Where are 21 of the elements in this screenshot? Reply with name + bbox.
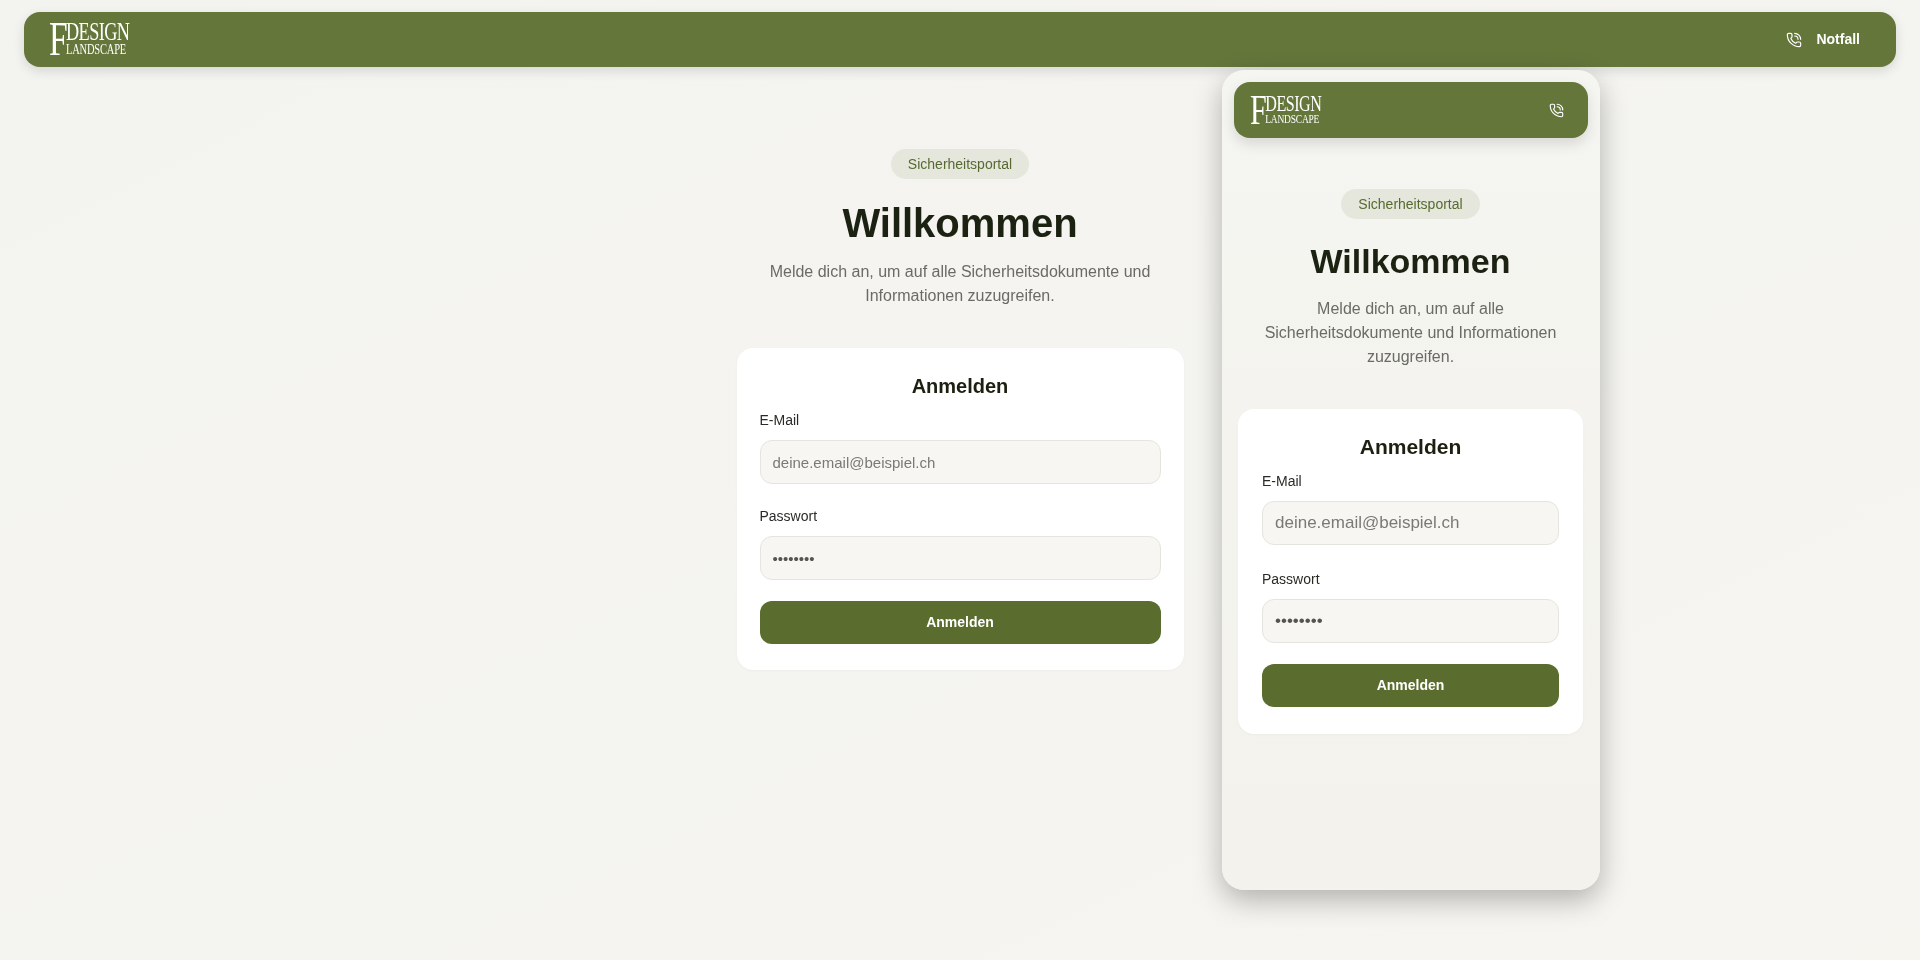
input-field[interactable]: deine.email@beispiel.ch — [1262, 501, 1559, 545]
login-button[interactable]: Anmelden — [1262, 664, 1559, 707]
input-field[interactable]: •••••••• — [759, 536, 1161, 580]
section-badge: Sicherheitsportal — [1341, 189, 1480, 219]
input-field[interactable]: deine.email@beispiel.ch — [759, 440, 1161, 484]
phone-icon[interactable] — [1548, 102, 1564, 118]
page-description: Melde dich an, um auf alle Sicherheitsdokumente und Informationen zuzugreifen. — [768, 262, 1152, 306]
field-label: E-Mail — [759, 411, 801, 430]
page-title: Willkommen — [842, 200, 1078, 247]
field-label: Passwort — [1262, 570, 1321, 589]
card-title: Anmelden — [910, 374, 1010, 399]
phone-icon — [1786, 31, 1803, 48]
field-label: E-Mail — [1262, 472, 1303, 491]
login-button[interactable]: Anmelden — [759, 601, 1161, 644]
page-description: Melde dich an, um auf alle Sicherheitsdokumente und Informationen zuzugreifen. — [1263, 299, 1558, 367]
card-title: Anmelden — [1358, 434, 1463, 460]
page-title: Willkommen — [1310, 241, 1511, 281]
section-badge: Sicherheitsportal — [890, 149, 1030, 179]
emergency-link[interactable]: Notfall — [1786, 29, 1860, 50]
input-field[interactable]: •••••••• — [1262, 599, 1559, 643]
field-label: Passwort — [759, 507, 819, 526]
